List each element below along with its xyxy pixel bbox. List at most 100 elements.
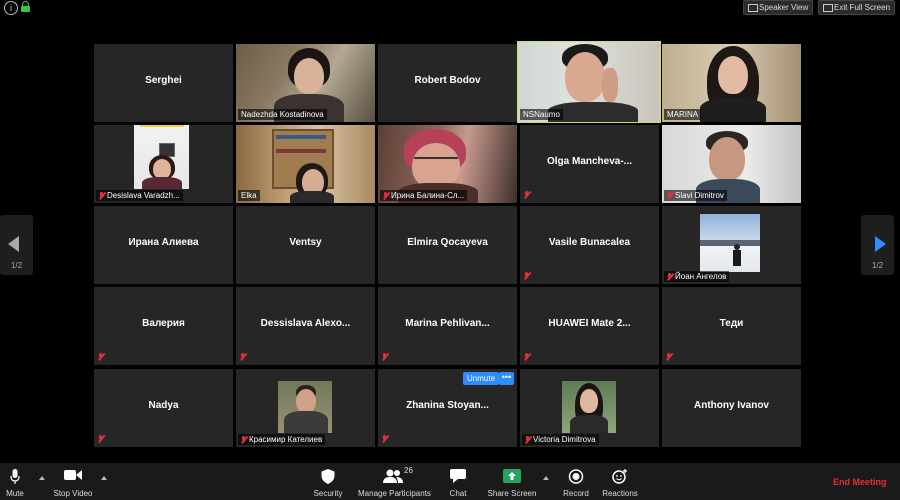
participant-name-label: Slavi Dimitrov: [664, 190, 727, 201]
participant-name: Ирина Балина-Сл...: [391, 191, 465, 200]
muted-mic-icon: [382, 191, 390, 200]
meeting-toolbar: Mute Stop Video Security Manage Particip…: [0, 463, 900, 500]
speaker-view-icon: [748, 4, 758, 12]
participant-tile[interactable]: Serghei: [94, 44, 233, 122]
speaker-view-button[interactable]: Speaker View: [743, 0, 814, 15]
participant-tile[interactable]: Nadezhda Kostadinova: [236, 44, 375, 122]
participant-name: MARINA: [664, 109, 702, 120]
participant-tile[interactable]: MARINA: [662, 44, 801, 122]
participant-photo: [700, 214, 760, 272]
encryption-lock-icon[interactable]: [21, 1, 30, 12]
stop-video-label: Stop Video: [53, 489, 93, 498]
participant-tile[interactable]: Anthony Ivanov: [662, 369, 801, 447]
participant-tile[interactable]: Marina Pehlivan...: [378, 287, 517, 365]
muted-mic-icon: [239, 352, 247, 361]
participant-tile[interactable]: Йоан Ангелов: [662, 206, 801, 284]
participant-tile[interactable]: Olga Mancheva-...: [520, 125, 659, 203]
arrow-right-icon: [875, 236, 886, 252]
participant-tile[interactable]: Elmira Qocayeva: [378, 206, 517, 284]
smiley-add-icon: [612, 469, 627, 484]
participant-name: Marina Pehlivan...: [405, 318, 490, 329]
participant-tile[interactable]: Ventsy: [236, 206, 375, 284]
participant-name-label: Desislava Varadzh...: [96, 190, 183, 201]
participant-name: Vasile Bunacalea: [548, 237, 631, 248]
participant-tile[interactable]: Nadya: [94, 369, 233, 447]
muted-mic-icon: [666, 191, 674, 200]
info-icon[interactable]: i: [4, 1, 18, 15]
muted-mic-icon: [523, 352, 531, 361]
muted-mic-icon: [240, 435, 248, 444]
more-options-button[interactable]: •••: [499, 372, 514, 385]
stop-video-button[interactable]: Stop Video: [54, 463, 93, 500]
share-screen-label: Share Screen: [487, 489, 537, 498]
participant-name: HUAWEI Mate 2...: [548, 318, 631, 329]
participant-name-label: Красимир Кателиев: [238, 434, 326, 445]
end-meeting-button[interactable]: End Meeting: [833, 477, 887, 487]
share-screen-icon: [503, 469, 521, 483]
participant-tile[interactable]: Desislava Varadzh...: [94, 125, 233, 203]
participant-tile[interactable]: Валерия: [94, 287, 233, 365]
video-options-chevron-icon[interactable]: [101, 476, 107, 480]
participant-tile[interactable]: Vasile Bunacalea: [520, 206, 659, 284]
participant-tile[interactable]: Dessislava Alexo...: [236, 287, 375, 365]
share-screen-button[interactable]: Share Screen: [488, 463, 536, 500]
participant-name: Теди: [719, 318, 744, 329]
participant-photo: [562, 381, 616, 433]
record-icon: [568, 469, 584, 484]
participant-name: Nadezhda Kostadinova: [238, 109, 327, 120]
next-page-button[interactable]: 1/2: [861, 215, 894, 275]
arrow-left-icon: [8, 236, 19, 252]
participant-tile[interactable]: Elka: [236, 125, 375, 203]
participant-name: Валерия: [142, 318, 185, 329]
participant-name: Красимир Кателиев: [249, 435, 323, 444]
muted-mic-icon: [97, 434, 105, 443]
participant-name: Йоан Ангелов: [675, 272, 727, 281]
muted-mic-icon: [98, 191, 106, 200]
participant-tile[interactable]: Slavi Dimitrov: [662, 125, 801, 203]
muted-mic-icon: [523, 190, 531, 199]
top-bar: i Speaker View Exit Full Screen: [0, 0, 900, 16]
share-options-chevron-icon[interactable]: [543, 476, 549, 480]
participant-name: Elka: [238, 190, 260, 201]
page-indicator-right: 1/2: [871, 261, 884, 270]
mute-options-chevron-icon[interactable]: [39, 476, 45, 480]
muted-mic-icon: [665, 352, 673, 361]
participant-name: Nadya: [148, 400, 179, 411]
muted-mic-icon: [523, 271, 531, 280]
participant-name-label: Victoria Dimitrova: [522, 434, 599, 445]
muted-mic-icon: [666, 272, 674, 281]
participant-tile[interactable]: Ирина Балина-Сл...: [378, 125, 517, 203]
video-camera-icon: [64, 470, 82, 480]
participant-tile[interactable]: HUAWEI Mate 2...: [520, 287, 659, 365]
participant-tile[interactable]: Красимир Кателиев: [236, 369, 375, 447]
unmute-participant-button[interactable]: Unmute: [463, 372, 500, 385]
participant-count-badge: 26: [404, 466, 413, 475]
participant-name: Robert Bodov: [414, 75, 481, 86]
participant-name: Ventsy: [289, 237, 322, 248]
reactions-button[interactable]: Reactions: [602, 463, 638, 500]
security-button[interactable]: Security: [313, 463, 343, 500]
participant-name: Ирана Алиева: [128, 237, 199, 248]
participant-tile[interactable]: Robert Bodov: [378, 44, 517, 122]
participant-tile[interactable]: Victoria Dimitrova: [520, 369, 659, 447]
reactions-label: Reactions: [602, 489, 638, 498]
previous-page-button[interactable]: 1/2: [0, 215, 33, 275]
exit-full-screen-button[interactable]: Exit Full Screen: [818, 0, 896, 15]
participant-name: Desislava Varadzh...: [107, 191, 180, 200]
participant-photo: [278, 381, 332, 433]
participant-name: NSNaumo: [520, 109, 563, 120]
microphone-icon: [10, 469, 20, 484]
security-label: Security: [313, 489, 343, 498]
chat-button[interactable]: Chat: [443, 463, 473, 500]
participant-tile-active-speaker[interactable]: NSNaumo: [517, 41, 661, 123]
mute-button[interactable]: Mute: [0, 463, 30, 500]
muted-mic-icon: [524, 435, 532, 444]
participant-tile[interactable]: Ирана Алиева: [94, 206, 233, 284]
page-indicator-left: 1/2: [10, 261, 23, 270]
participant-name: Serghei: [145, 75, 182, 86]
participants-icon: [383, 469, 403, 483]
participant-tile[interactable]: Теди: [662, 287, 801, 365]
participant-name: Olga Mancheva-...: [546, 156, 633, 167]
participant-name: Elmira Qocayeva: [407, 237, 488, 248]
participant-name-label: Йоан Ангелов: [664, 271, 730, 282]
